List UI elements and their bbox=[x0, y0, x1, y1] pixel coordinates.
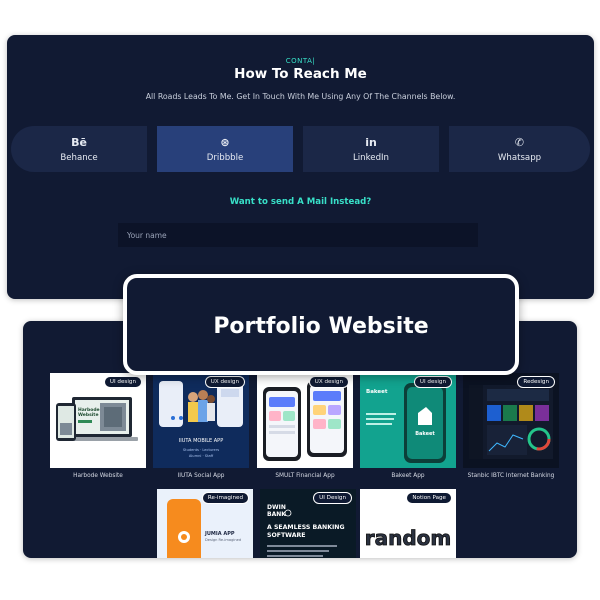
svg-text:IIUTA MOBILE APP: IIUTA MOBILE APP bbox=[179, 438, 223, 444]
project-badge: Re-imagined bbox=[201, 492, 249, 504]
svg-text:Bakeet: Bakeet bbox=[366, 389, 388, 395]
svg-text:A SEAMLESS BANKING: A SEAMLESS BANKING bbox=[267, 524, 345, 531]
svg-text:SOFTWARE: SOFTWARE bbox=[267, 532, 306, 539]
svg-text:Website: Website bbox=[78, 412, 99, 418]
project-title: Bakeet App bbox=[391, 473, 425, 479]
dribbble-icon: ⊛ bbox=[220, 136, 230, 149]
send-mail-link[interactable]: Want to send A Mail Instead? bbox=[7, 197, 594, 207]
channel-label: LinkedIn bbox=[352, 153, 389, 163]
svg-text:Students · Lecturers: Students · Lecturers bbox=[183, 448, 219, 452]
project-badge: Notion Page bbox=[406, 492, 452, 504]
project-badge: UX design bbox=[308, 376, 349, 388]
svg-text:Alumni · Staff: Alumni · Staff bbox=[189, 454, 214, 458]
linkedin-icon: in bbox=[365, 136, 377, 149]
svg-text:Design Re-imagined: Design Re-imagined bbox=[205, 538, 241, 542]
name-input[interactable] bbox=[118, 223, 478, 247]
whatsapp-icon: ✆ bbox=[514, 136, 525, 149]
channel-behance-button[interactable]: Bē Behance bbox=[11, 126, 147, 172]
behance-icon: Bē bbox=[71, 136, 87, 149]
contact-title: How To Reach Me bbox=[234, 66, 367, 82]
contact-kicker: CONTA| bbox=[285, 57, 316, 65]
channel-label: Dribbble bbox=[206, 153, 244, 163]
contact-section: CONTA| How To Reach Me All Roads Leads T… bbox=[7, 35, 594, 299]
contact-subtitle: All Roads Leads To Me. Get In Touch With… bbox=[145, 92, 456, 101]
project-title: IIUTA Social App bbox=[177, 473, 225, 479]
project-title: Stanbic IBTC Internet Banking bbox=[467, 473, 555, 479]
contact-channels: Bē Behance ⊛ Dribbble in LinkedIn ✆ What… bbox=[11, 126, 590, 172]
svg-text:DWIN: DWIN bbox=[267, 504, 286, 511]
portfolio-website-label: Portfolio Website bbox=[123, 274, 519, 375]
project-badge: UX design bbox=[204, 376, 245, 388]
project-title: SMULT Financial App bbox=[275, 473, 335, 479]
svg-text:BANK: BANK bbox=[267, 511, 286, 518]
svg-text:JUMIA APP: JUMIA APP bbox=[204, 531, 235, 537]
project-badge: UI Design bbox=[313, 492, 352, 504]
channel-label: Whatsapp bbox=[497, 153, 542, 163]
highlight-text: Portfolio Website bbox=[213, 314, 429, 339]
project-badge: UI design bbox=[413, 376, 452, 388]
svg-text:Bakeet: Bakeet bbox=[415, 431, 435, 437]
channel-dribbble-button[interactable]: ⊛ Dribbble bbox=[157, 126, 293, 172]
svg-text:random: random bbox=[365, 526, 452, 550]
channel-linkedin-button[interactable]: in LinkedIn bbox=[303, 126, 439, 172]
project-badge: UI design bbox=[103, 376, 142, 388]
project-title: Harbode Website bbox=[73, 473, 123, 479]
project-badge: Redesign bbox=[517, 376, 555, 388]
channel-whatsapp-button[interactable]: ✆ Whatsapp bbox=[449, 126, 590, 172]
channel-label: Behance bbox=[60, 153, 98, 163]
